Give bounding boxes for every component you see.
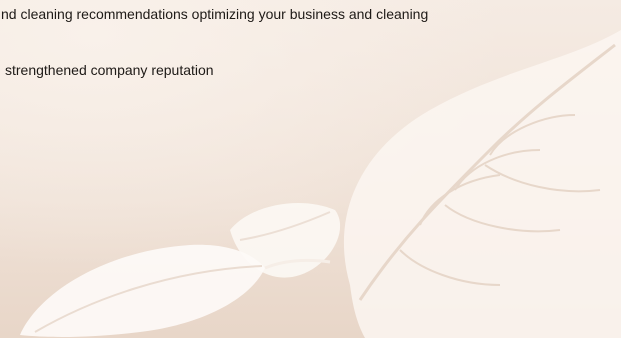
- large-leaf-icon: [343, 30, 621, 338]
- body-text-line: strengthened company reputation: [5, 62, 214, 78]
- leaf-background-illustration: [20, 30, 621, 338]
- body-text-line: nd cleaning recommendations optimizing y…: [1, 6, 429, 22]
